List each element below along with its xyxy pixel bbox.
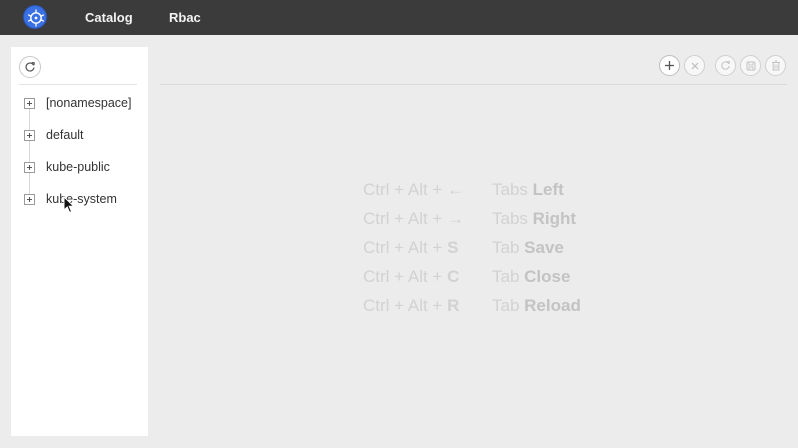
shortcut-action: Tabs Right [492,208,577,228]
shortcut-row: Ctrl + Alt + → Tabs Right [363,204,581,233]
tree-item-label: kube-public [46,160,110,174]
tree-item-kube-public[interactable]: kube-public [24,158,110,176]
save-button[interactable] [740,55,761,76]
kubernetes-logo-icon[interactable] [23,5,47,29]
shortcut-action: Tab Reload [492,295,581,315]
shortcut-row: Ctrl + Alt + S Tab Save [363,233,581,262]
close-tab-button[interactable] [684,55,705,76]
refresh-button[interactable] [19,56,41,78]
tree-item-default[interactable]: default [24,126,84,144]
expand-icon[interactable] [24,97,35,109]
shortcut-hints: Ctrl + Alt + ← Tabs Left Ctrl + Alt + → … [363,175,581,320]
top-bar: Catalog Rbac [0,0,798,35]
shortcut-keys: Ctrl + Alt + S [363,237,459,257]
expand-icon[interactable] [24,161,35,173]
shortcut-row: Ctrl + Alt + ← Tabs Left [363,175,581,204]
expand-icon[interactable] [24,129,35,141]
shortcut-keys: Ctrl + Alt + → [363,208,465,228]
shortcut-keys: Ctrl + Alt + R [363,295,460,315]
shortcut-row: Ctrl + Alt + R Tab Reload [363,291,581,320]
shortcut-keys: Ctrl + Alt + ← [363,179,465,199]
tree-item-nonamespace[interactable]: [nonamespace] [24,94,131,112]
tree-item-label: default [46,128,84,142]
trash-icon [771,60,780,71]
delete-button[interactable] [765,55,786,76]
shortcut-action: Tab Close [492,266,571,286]
shortcut-keys: Ctrl + Alt + C [363,266,460,286]
toolbar-divider [160,84,787,85]
add-button[interactable] [659,55,680,76]
reload-icon [721,60,730,70]
sidebar-divider [19,84,137,85]
reload-button[interactable] [715,55,736,76]
close-icon [691,62,698,69]
mouse-cursor-icon [63,196,75,214]
shortcut-action: Tabs Left [492,179,564,199]
tree-item-label: [nonamespace] [46,96,132,110]
nav-rbac[interactable]: Rbac [169,10,201,25]
expand-icon[interactable] [24,193,35,205]
shortcut-row: Ctrl + Alt + C Tab Close [363,262,581,291]
plus-icon [665,61,674,70]
namespace-sidebar: [nonamespace] default kube-public kube-s… [11,47,148,436]
refresh-icon [25,62,35,72]
tree-item-label: kube-system [46,192,117,206]
shortcut-action: Tab Save [492,237,564,257]
nav-catalog[interactable]: Catalog [85,10,133,25]
save-icon [746,61,755,70]
